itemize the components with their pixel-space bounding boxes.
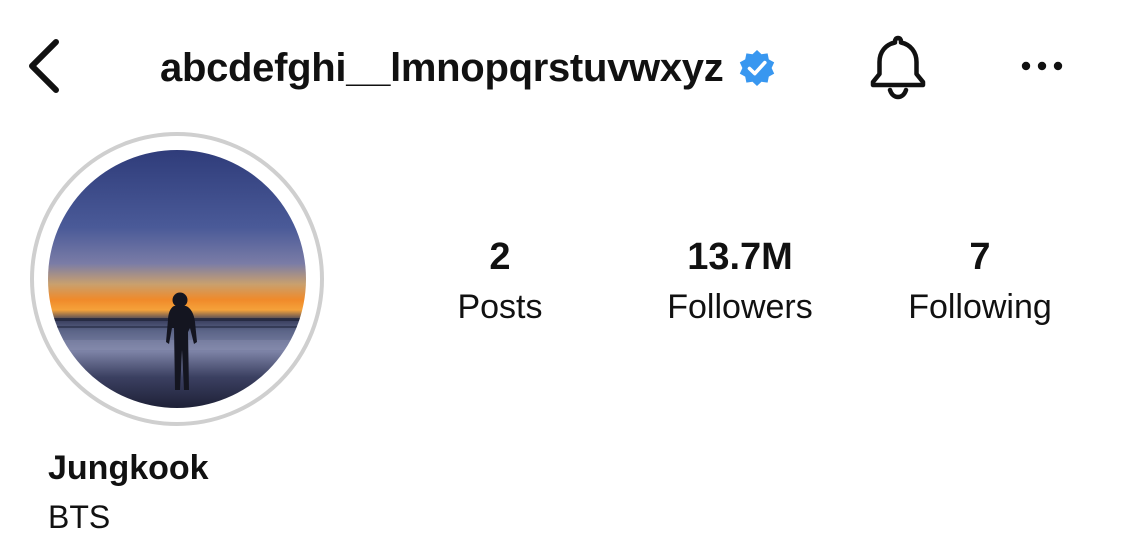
username: abcdefghi__lmnopqrstuvwxyz xyxy=(160,45,724,90)
posts-label: Posts xyxy=(457,288,543,326)
avatar-ring[interactable] xyxy=(30,132,324,426)
bio-text: BTS xyxy=(48,499,111,535)
more-options-button[interactable] xyxy=(1012,46,1072,86)
followers-stat[interactable]: 13.7M Followers xyxy=(650,232,830,330)
username-block: abcdefghi__lmnopqrstuvwxyz xyxy=(160,40,777,96)
posts-count: 2 xyxy=(489,236,511,278)
following-stat[interactable]: 7 Following xyxy=(890,232,1070,330)
back-button[interactable] xyxy=(20,36,70,96)
avatar[interactable] xyxy=(48,150,306,408)
notifications-button[interactable] xyxy=(862,30,934,102)
following-label: Following xyxy=(908,288,1052,326)
followers-count: 13.7M xyxy=(687,236,793,278)
more-horizontal-icon xyxy=(1021,61,1063,71)
following-count: 7 xyxy=(969,236,991,278)
followers-label: Followers xyxy=(667,288,813,326)
chevron-left-icon xyxy=(29,39,59,93)
display-name: Jungkook xyxy=(48,449,209,487)
profile-header: abcdefghi__lmnopqrstuvwxyz xyxy=(0,0,1124,130)
posts-stat[interactable]: 2 Posts xyxy=(430,232,570,330)
verified-badge-icon xyxy=(737,48,777,88)
bell-icon xyxy=(870,35,926,100)
